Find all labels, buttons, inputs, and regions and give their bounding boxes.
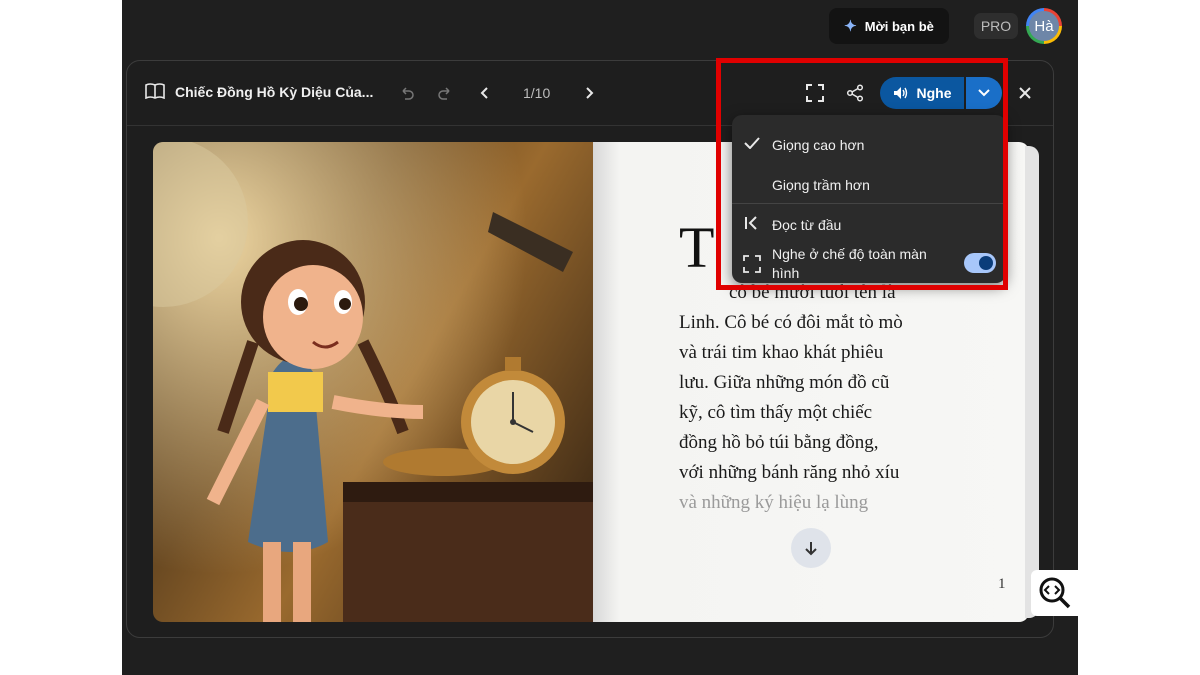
chevron-right-icon <box>586 87 594 99</box>
page-stack-edge <box>1025 146 1039 618</box>
code-magnifier-icon <box>1039 577 1071 609</box>
scroll-down-button[interactable] <box>791 528 831 568</box>
story-line-faded: và những ký hiệu lạ lùng <box>679 492 869 513</box>
redo-button[interactable] <box>433 81 457 105</box>
close-button[interactable] <box>1013 81 1037 105</box>
next-page-button[interactable] <box>577 81 601 105</box>
undo-button[interactable] <box>395 81 419 105</box>
book-title: Chiếc Đồng Hồ Kỳ Diệu Của... <box>175 84 374 100</box>
undo-icon <box>402 87 414 100</box>
avatar-initials: Hà <box>1029 11 1059 41</box>
story-illustration <box>153 142 593 622</box>
story-line: đồng hồ bỏ túi bằng đồng, <box>679 432 879 453</box>
arrow-down-icon <box>805 542 817 556</box>
story-line: với những bánh răng nhỏ xíu <box>679 462 900 483</box>
story-line: kỹ, cô tìm thấy một chiếc <box>679 402 873 423</box>
pro-badge[interactable]: PRO <box>974 13 1018 39</box>
right-margin <box>1078 0 1200 675</box>
zoom-lens-button[interactable] <box>1031 570 1079 616</box>
page-indicator: 1/10 <box>523 85 551 101</box>
avatar[interactable]: Hà <box>1026 8 1062 44</box>
invite-label: Mời bạn bè <box>864 18 934 34</box>
chevron-left-icon <box>480 87 488 99</box>
drop-cap: T <box>679 215 715 280</box>
left-margin <box>0 0 122 675</box>
page-number: 1 <box>998 576 1006 592</box>
story-line: Linh. Cô bé có đôi mắt tò mò <box>679 312 903 333</box>
story-text: cô bé mười tuổi tên là Linh. Cô bé có đô… <box>679 278 949 518</box>
close-icon <box>1019 87 1031 99</box>
sparkle-icon: ✦ <box>844 18 857 35</box>
story-line: lưu. Giữa những món đồ cũ <box>679 372 890 393</box>
red-highlight-box <box>716 58 1008 290</box>
book-open-icon <box>145 83 165 104</box>
invite-friends-button[interactable]: ✦ Mời bạn bè <box>829 8 949 44</box>
redo-icon <box>438 87 450 100</box>
previous-page-button[interactable] <box>473 81 497 105</box>
story-line: và trái tim khao khát phiêu <box>679 342 884 363</box>
